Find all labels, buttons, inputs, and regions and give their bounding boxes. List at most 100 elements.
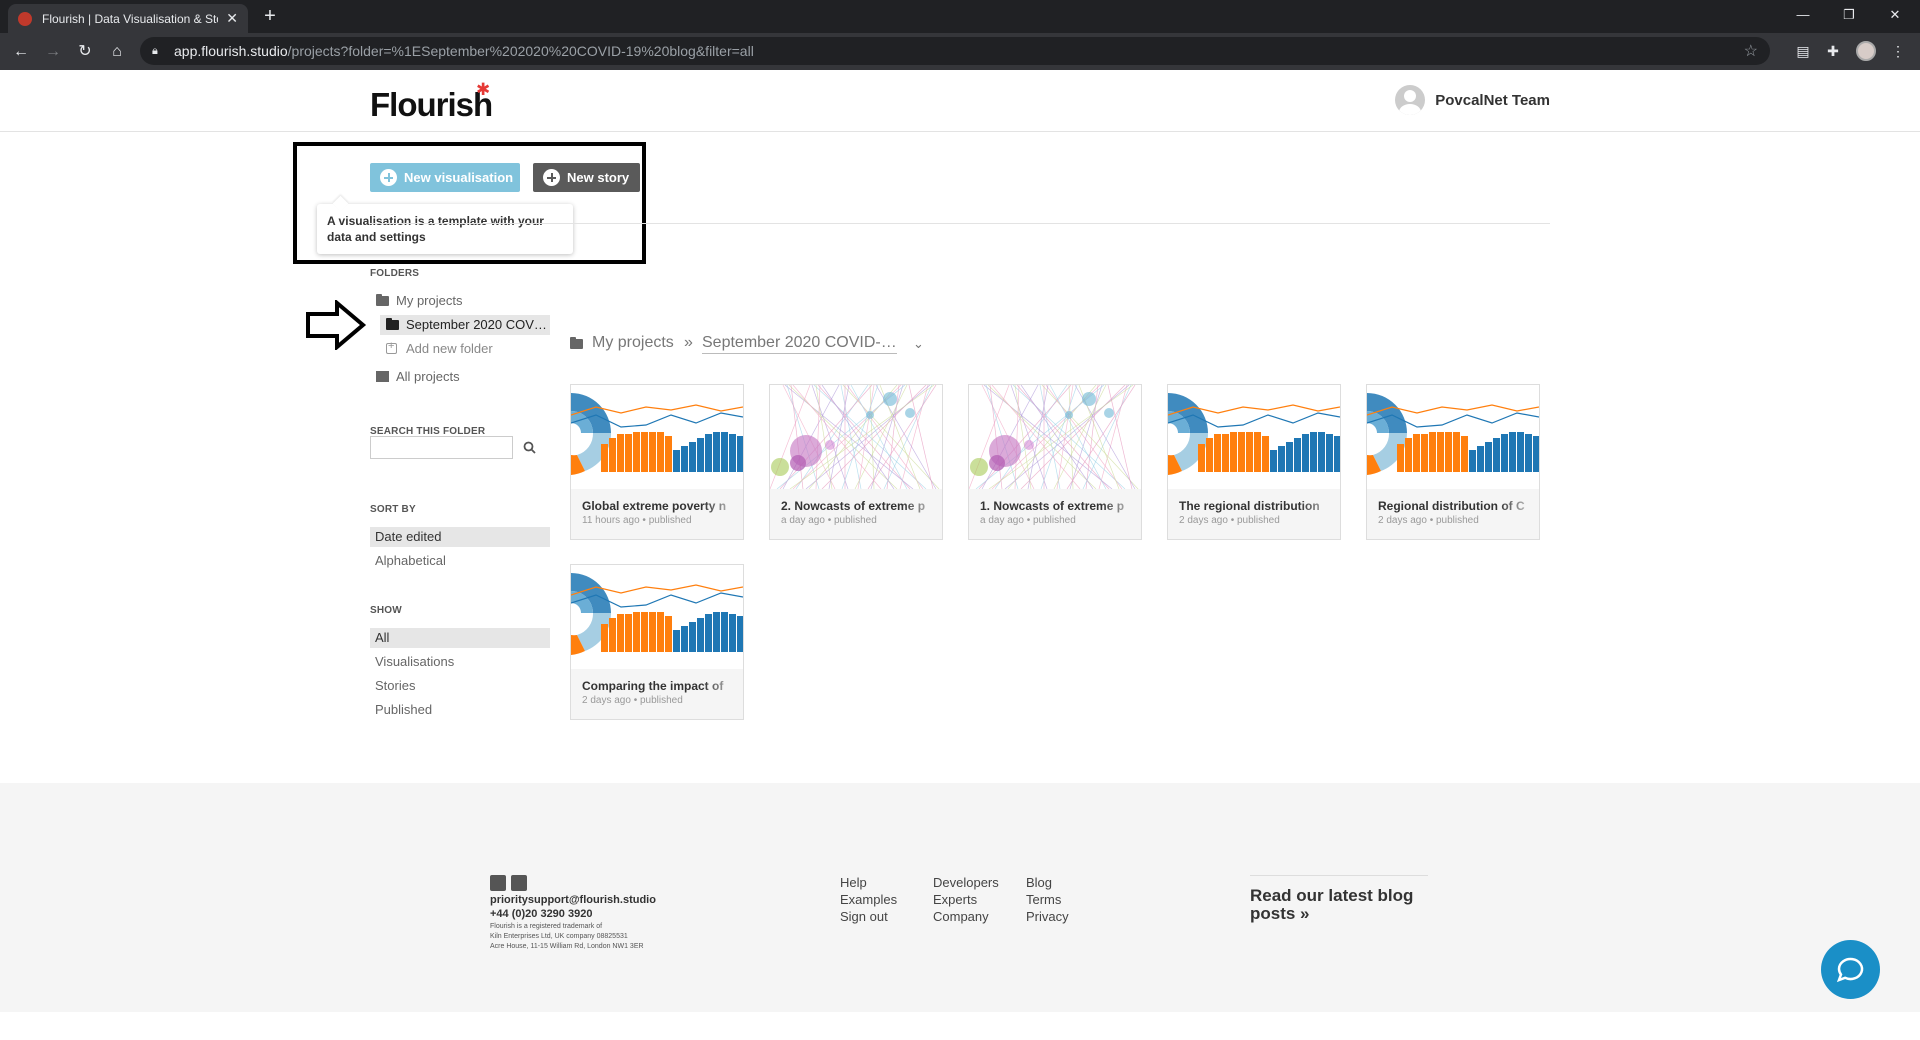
search-folder-input[interactable]: [370, 436, 513, 459]
all-projects-link[interactable]: All projects: [376, 369, 460, 384]
add-folder-label: Add new folder: [406, 341, 493, 356]
card-meta: 2 days ago • published: [582, 695, 683, 706]
flourish-logo[interactable]: Flourish: [370, 86, 493, 124]
card-meta: 2 days ago • published: [1179, 515, 1280, 526]
breadcrumb-my-projects[interactable]: My projects: [592, 334, 674, 352]
puzzle-extensions-icon[interactable]: ✚: [1823, 41, 1843, 61]
card-thumbnail[interactable]: [571, 385, 743, 489]
sort-alphabetical[interactable]: Alphabetical: [370, 551, 550, 571]
show-published[interactable]: Published: [370, 700, 550, 720]
footer-link-examples[interactable]: Examples: [840, 892, 897, 907]
support-phone: +44 (0)20 3290 3920: [490, 908, 593, 920]
address-bar-row: ← → ↻ ⌂ 🔒︎ app.flourish.studio /projects…: [0, 33, 1920, 70]
footer-link-privacy[interactable]: Privacy: [1026, 909, 1069, 924]
url-field[interactable]: 🔒︎ app.flourish.studio /projects?folder=…: [140, 37, 1770, 65]
all-projects-label: All projects: [396, 369, 460, 384]
folder-september-2020[interactable]: September 2020 COV…: [386, 317, 547, 332]
footer-link-company[interactable]: Company: [933, 909, 989, 924]
plus-circle-icon: [380, 169, 397, 186]
minimize-button[interactable]: —: [1780, 0, 1826, 30]
project-card[interactable]: 2. Nowcasts of extreme pa day ago • publ…: [769, 384, 943, 540]
project-card[interactable]: The regional distribution 2 days ago • pu…: [1167, 384, 1341, 540]
card-meta: a day ago • published: [781, 515, 877, 526]
document-extension-icon[interactable]: ▤: [1793, 41, 1813, 61]
chat-support-button[interactable]: [1821, 940, 1880, 999]
footer-link-terms[interactable]: Terms: [1026, 892, 1061, 907]
new-tab-button[interactable]: +: [258, 4, 282, 28]
browser-tab[interactable]: Flourish | Data Visualisation & Sto ✕: [8, 4, 248, 33]
site-footer: prioritysupport@flourish.studio +44 (0)2…: [0, 783, 1920, 1012]
title-fade: [1300, 497, 1340, 515]
search-icon[interactable]: [523, 441, 536, 454]
new-story-label: New story: [567, 170, 630, 185]
lock-icon: 🔒︎: [152, 45, 158, 57]
flourish-page: Flourish ✱ PovcalNet Team New visualisat…: [0, 70, 1920, 1040]
archive-icon: [376, 371, 389, 382]
profile-avatar-icon[interactable]: [1856, 41, 1876, 61]
legal-line-1: Flourish is a registered trademark of: [490, 923, 603, 930]
legal-line-3: Acre House, 11-15 William Rd, London NW1…: [490, 943, 644, 950]
folder-my-projects[interactable]: My projects: [376, 293, 462, 308]
show-visualisations[interactable]: Visualisations: [370, 652, 550, 672]
new-visualisation-tooltip: A visualisation is a template with your …: [317, 204, 573, 254]
twitter-icon[interactable]: [490, 875, 506, 891]
latest-blog-link[interactable]: Read our latest blog posts »: [1250, 887, 1430, 923]
footer-link-sign-out[interactable]: Sign out: [840, 909, 888, 924]
logo-star-icon: ✱: [476, 80, 491, 99]
forward-arrow-icon[interactable]: →: [40, 39, 66, 65]
show-all[interactable]: All: [370, 628, 550, 648]
card-thumbnail[interactable]: [571, 565, 743, 669]
tab-close-icon[interactable]: ✕: [226, 10, 238, 27]
plus-circle-icon: [543, 169, 560, 186]
home-icon[interactable]: ⌂: [104, 39, 130, 65]
show-stories[interactable]: Stories: [370, 676, 550, 696]
project-card[interactable]: Comparing the impact of 2 days ago • publ…: [570, 564, 744, 720]
breadcrumb-current-folder[interactable]: September 2020 COVID-…: [702, 334, 897, 354]
footer-link-developers[interactable]: Developers: [933, 875, 999, 890]
restore-button[interactable]: ❐: [1826, 0, 1872, 30]
card-meta: a day ago • published: [980, 515, 1076, 526]
sort-by-heading: SORT BY: [370, 504, 416, 515]
reload-icon[interactable]: ↻: [72, 39, 98, 65]
project-card[interactable]: Regional distribution of C2 days ago • p…: [1366, 384, 1540, 540]
annotation-arrow-icon: [306, 300, 367, 350]
title-fade: [703, 677, 743, 695]
footer-link-blog[interactable]: Blog: [1026, 875, 1052, 890]
card-meta: 2 days ago • published: [1378, 515, 1479, 526]
title-fade: [703, 497, 743, 515]
card-thumbnail[interactable]: [1367, 385, 1539, 489]
github-icon[interactable]: [511, 875, 527, 891]
breadcrumb-separator: »: [684, 334, 693, 351]
user-name: PovcalNet Team: [1435, 91, 1550, 109]
card-thumbnail[interactable]: [969, 385, 1141, 489]
bookmark-star-icon[interactable]: ☆: [1744, 41, 1758, 61]
footer-link-help[interactable]: Help: [840, 875, 867, 890]
card-thumbnail[interactable]: [770, 385, 942, 489]
back-arrow-icon[interactable]: ←: [8, 39, 34, 65]
sort-date-edited[interactable]: Date edited: [370, 527, 550, 547]
close-window-button[interactable]: ✕: [1872, 0, 1918, 30]
card-meta: 11 hours ago • published: [582, 515, 692, 526]
user-menu[interactable]: PovcalNet Team: [1395, 85, 1550, 115]
new-story-button[interactable]: New story: [533, 163, 640, 192]
project-card[interactable]: Global extreme poverty n 11 hours ago • p…: [570, 384, 744, 540]
url-path: /projects?folder=%1ESeptember%202020%20C…: [287, 43, 754, 59]
menu-dots-icon[interactable]: ⋮: [1888, 41, 1908, 61]
folders-heading: FOLDERS: [370, 268, 420, 279]
chevron-down-icon[interactable]: ⌄: [913, 336, 924, 352]
url-host: app.flourish.studio: [174, 43, 288, 59]
site-header: Flourish ✱ PovcalNet Team: [0, 70, 1920, 132]
blog-divider: [1250, 875, 1428, 876]
legal-line-2: Kiln Enterprises Ltd, UK company 0882553…: [490, 933, 628, 940]
add-new-folder-button[interactable]: Add new folder: [386, 340, 493, 356]
social-links: [490, 875, 527, 891]
breadcrumb-folder-icon: [570, 334, 590, 349]
folder-label: September 2020 COV…: [406, 317, 547, 332]
folder-icon: [386, 317, 399, 330]
new-visualisation-button[interactable]: New visualisation: [370, 163, 520, 192]
card-thumbnail[interactable]: [1168, 385, 1340, 489]
add-folder-icon: [386, 340, 397, 354]
project-card[interactable]: 1. Nowcasts of extreme pa day ago • publ…: [968, 384, 1142, 540]
support-email[interactable]: prioritysupport@flourish.studio: [490, 894, 656, 906]
footer-link-experts[interactable]: Experts: [933, 892, 977, 907]
